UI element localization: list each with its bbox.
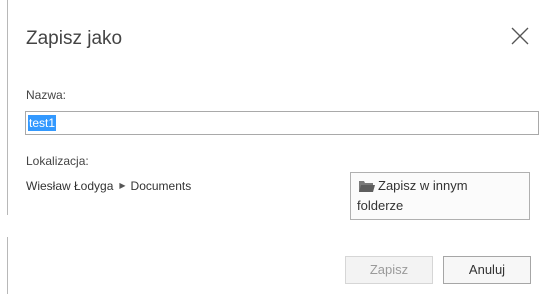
breadcrumb: Wiesław Łodyga ▶ Documents (26, 178, 191, 194)
save-in-other-folder-label-line1: Zapisz w innym (378, 178, 468, 193)
name-input[interactable] (27, 113, 536, 133)
folder-open-icon (359, 181, 375, 192)
chevron-right-icon: ▶ (119, 181, 126, 190)
dialog-border (7, 0, 8, 215)
save-in-other-folder-label-line2: folderze (357, 198, 404, 213)
cancel-button[interactable]: Anuluj (443, 256, 531, 284)
breadcrumb-item-documents[interactable]: Documents (131, 178, 192, 194)
close-icon (511, 27, 529, 45)
name-field[interactable]: test1 (25, 111, 539, 135)
dialog-border (7, 237, 8, 294)
save-button[interactable]: Zapisz (345, 256, 433, 284)
save-in-other-folder-button[interactable]: Zapisz w innym folderze (350, 172, 530, 220)
location-label: Lokalizacja: (26, 154, 89, 168)
dialog-title: Zapisz jako (26, 28, 123, 49)
close-button[interactable] (509, 25, 531, 47)
save-as-dialog: Zapisz jako Nazwa: test1 Lokalizacja: Wi… (0, 0, 541, 294)
breadcrumb-item-user[interactable]: Wiesław Łodyga (26, 178, 113, 194)
name-label: Nazwa: (26, 88, 67, 102)
